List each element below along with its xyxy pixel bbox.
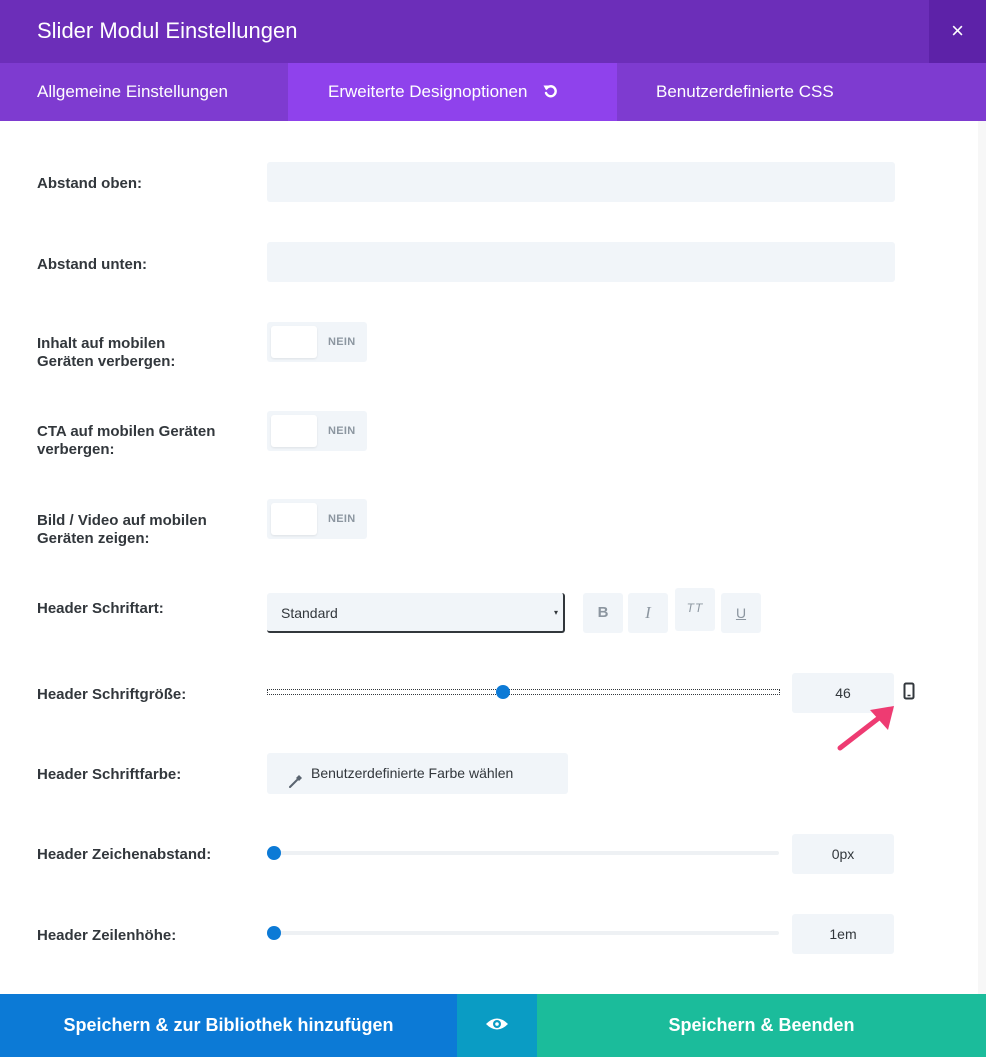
close-icon: × [951,18,964,43]
hide-cta-mobile-toggle[interactable]: NEIN [267,411,367,451]
underline-button[interactable]: U [721,593,761,633]
save-and-exit-button[interactable]: Speichern & Beenden [537,994,986,1057]
eyedropper-icon [287,765,305,788]
header-font-label: Header Schriftart: [37,600,164,617]
modal-footer: Speichern & zur Bibliothek hinzufügen Sp… [0,994,986,1057]
hide-content-mobile-label: Inhalt auf mobilen Geräten verbergen: [37,335,176,370]
margin-bottom-input[interactable] [267,242,895,282]
modal-title: Slider Modul Einstellungen [37,18,298,43]
margin-top-input[interactable] [267,162,895,202]
header-line-height-label: Header Zeilenhöhe: [37,927,177,944]
uppercase-button[interactable]: TT [675,588,715,631]
choose-color-label: Benutzerdefinierte Farbe wählen [311,765,514,781]
tab-advanced-design[interactable]: Erweiterte Designoptionen [288,63,617,121]
italic-button[interactable]: I [628,593,668,633]
margin-top-label: Abstand oben: [37,175,142,192]
toggle-state-label: NEIN [328,425,356,437]
font-size-slider-track[interactable] [267,689,780,695]
hide-cta-mobile-label: CTA auf mobilen Geräten verbergen: [37,423,216,458]
letter-spacing-slider-handle[interactable] [267,846,281,860]
save-to-library-button[interactable]: Speichern & zur Bibliothek hinzufügen [0,994,457,1057]
hide-content-mobile-toggle[interactable]: NEIN [267,322,367,362]
show-media-mobile-label: Bild / Video auf mobilen Geräten zeigen: [37,512,207,547]
letter-spacing-input[interactable] [792,834,894,874]
tab-bar: Allgemeine Einstellungen Erweiterte Desi… [0,63,986,121]
bold-button[interactable]: B [583,593,623,633]
show-media-mobile-toggle[interactable]: NEIN [267,499,367,539]
tab-custom-css[interactable]: Benutzerdefinierte CSS [617,63,834,121]
eye-icon [485,1015,509,1035]
toggle-knob [271,503,317,535]
toggle-knob [271,415,317,447]
header-font-color-label: Header Schriftfarbe: [37,766,182,783]
scrollbar[interactable] [978,121,986,994]
line-height-slider-handle[interactable] [267,926,281,940]
preview-button[interactable] [457,994,537,1057]
annotation-arrow-icon [837,706,894,751]
header-letter-spacing-label: Header Zeichenabstand: [37,846,212,863]
toggle-knob [271,326,317,358]
tab-label: Erweiterte Designoptionen [328,82,528,101]
mobile-phone-icon[interactable] [903,682,915,700]
modal-titlebar: Slider Modul Einstellungen × [0,0,986,63]
line-height-input[interactable] [792,914,894,954]
close-button[interactable]: × [929,0,986,63]
header-font-size-label: Header Schriftgröße: [37,686,187,703]
tab-general-settings[interactable]: Allgemeine Einstellungen [0,63,288,121]
toggle-state-label: NEIN [328,336,356,348]
margin-bottom-label: Abstand unten: [37,256,147,273]
font-size-slider-handle[interactable] [495,685,510,699]
tab-label: Benutzerdefinierte CSS [656,82,834,101]
header-font-select[interactable]: Standard ▾ [267,593,565,633]
choose-color-button[interactable]: Benutzerdefinierte Farbe wählen [267,753,568,794]
line-height-slider-track[interactable] [267,931,779,935]
select-arrow-icon: ▾ [553,608,558,617]
reset-icon[interactable] [542,65,558,98]
toggle-state-label: NEIN [328,513,356,525]
tab-label: Allgemeine Einstellungen [37,82,228,101]
letter-spacing-slider-track[interactable] [267,851,779,855]
header-font-selected: Standard [281,605,338,621]
